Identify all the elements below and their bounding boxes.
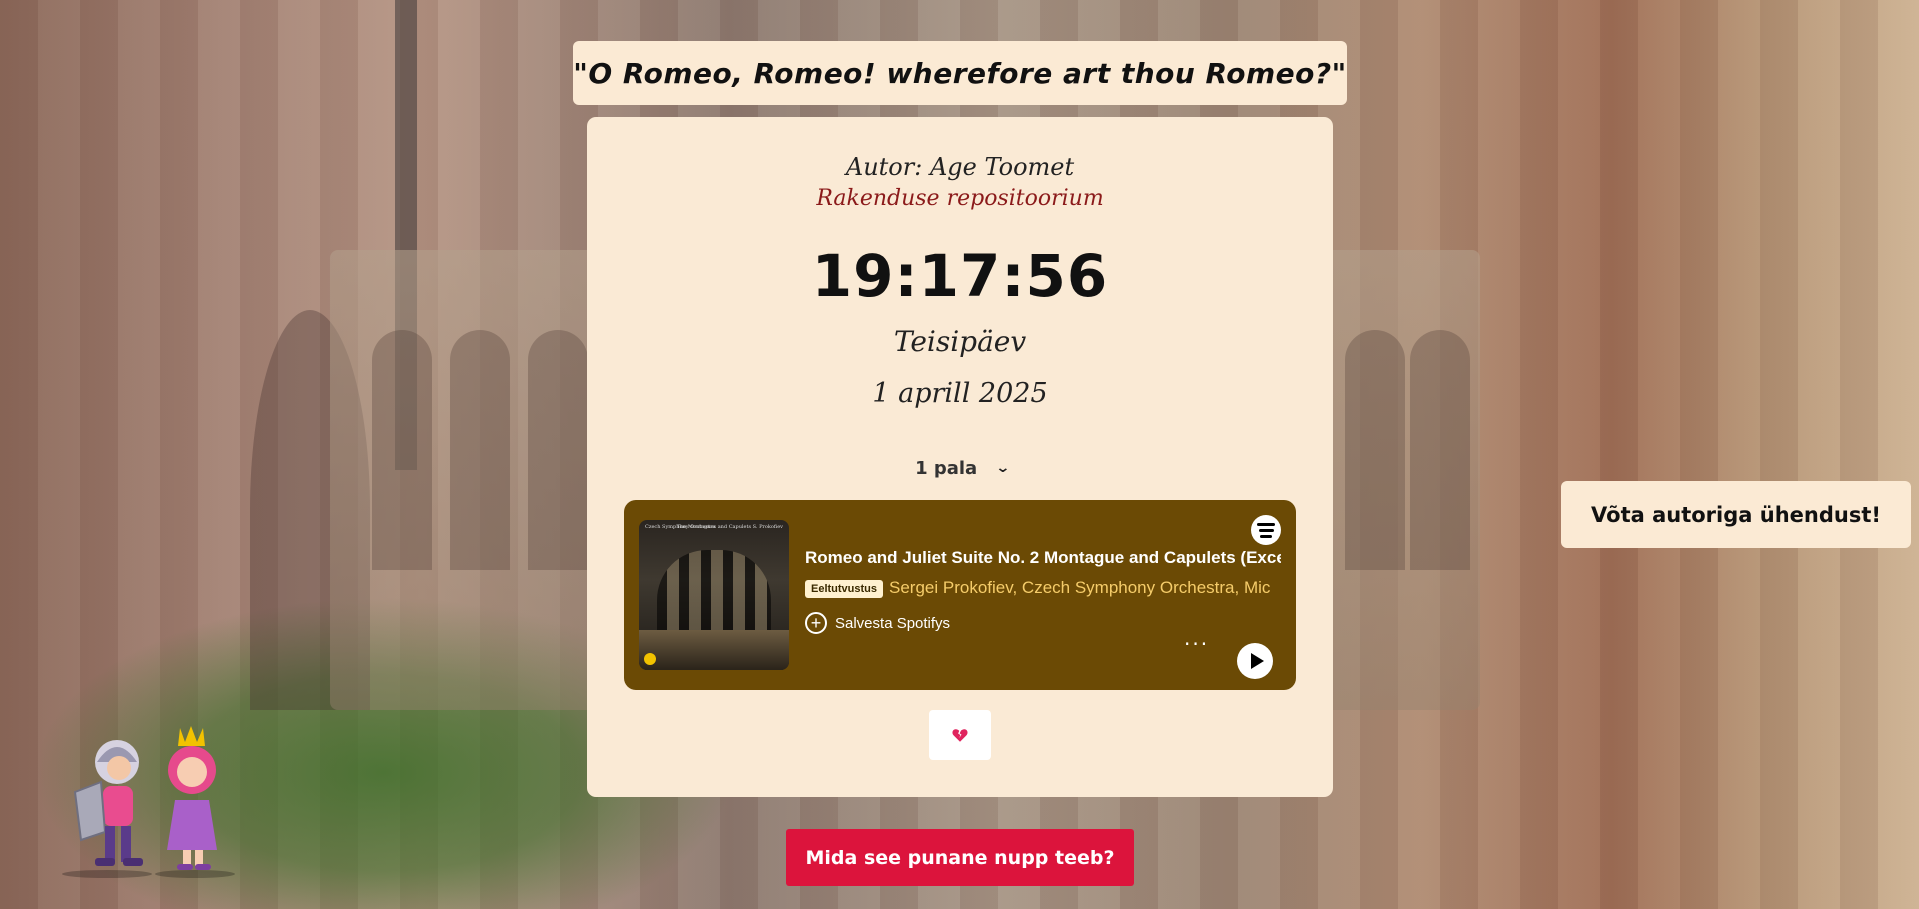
plus-circle-icon: + [805, 612, 827, 634]
page: { "quote": "\"O Romeo, Romeo! wherefore … [0, 0, 1919, 909]
broken-heart-icon [952, 729, 968, 742]
repository-link[interactable]: Rakenduse repositoorium [587, 186, 1333, 211]
save-to-spotify-button[interactable]: + Salvesta Spotifys [805, 612, 950, 634]
red-button[interactable]: Mida see punane nupp teeb? [786, 829, 1134, 886]
balcony-arch [450, 330, 510, 570]
play-icon [1250, 653, 1264, 669]
preview-tag: Eeltutvustus [805, 580, 884, 598]
track-artists[interactable]: Sergei Prokofiev, Czech Symphony Orchest… [889, 578, 1281, 598]
save-to-spotify-label: Salvesta Spotifys [835, 614, 951, 632]
chevron-down-icon: ⌄ [995, 460, 1011, 476]
balcony-arch [1345, 330, 1405, 570]
balcony-arch [528, 330, 588, 570]
album-cover[interactable]: Czech Symphony Orchestra The Montagues a… [639, 520, 789, 670]
balcony-arch [372, 330, 432, 570]
weekday-label: Teisipäev [893, 325, 1027, 358]
more-options-button[interactable]: ··· [1184, 632, 1209, 656]
track-count-value: 1 pala [915, 457, 978, 479]
broken-heart-button[interactable] [929, 710, 991, 760]
quote-banner: "O Romeo, Romeo! wherefore art thou Rome… [573, 41, 1347, 105]
track-title[interactable]: Romeo and Juliet Suite No. 2 Montague an… [805, 548, 1281, 568]
play-button[interactable] [1237, 643, 1273, 679]
balcony-arch [1410, 330, 1470, 570]
date-label: 1 aprill 2025 [872, 378, 1048, 409]
clock-time: 19:17:56 [811, 242, 1109, 310]
cover-floor-art [639, 630, 789, 670]
cover-caption-right: The Montagues and Capulets S. Prokofiev [676, 524, 783, 530]
romeo-juliet-illustration [62, 726, 235, 878]
author-label: Autor: Age Toomet [845, 153, 1075, 181]
track-count-select[interactable]: 1 pala ⌄ [907, 453, 1017, 483]
spotify-player: Czech Symphony Orchestra The Montagues a… [624, 500, 1296, 690]
main-card: Autor: Age Toomet Rakenduse repositooriu… [587, 117, 1333, 797]
contact-author-button[interactable]: Võta autoriga ühendust! [1561, 481, 1911, 548]
spotify-logo-icon[interactable] [1251, 515, 1281, 545]
cover-badge-icon [644, 653, 656, 665]
